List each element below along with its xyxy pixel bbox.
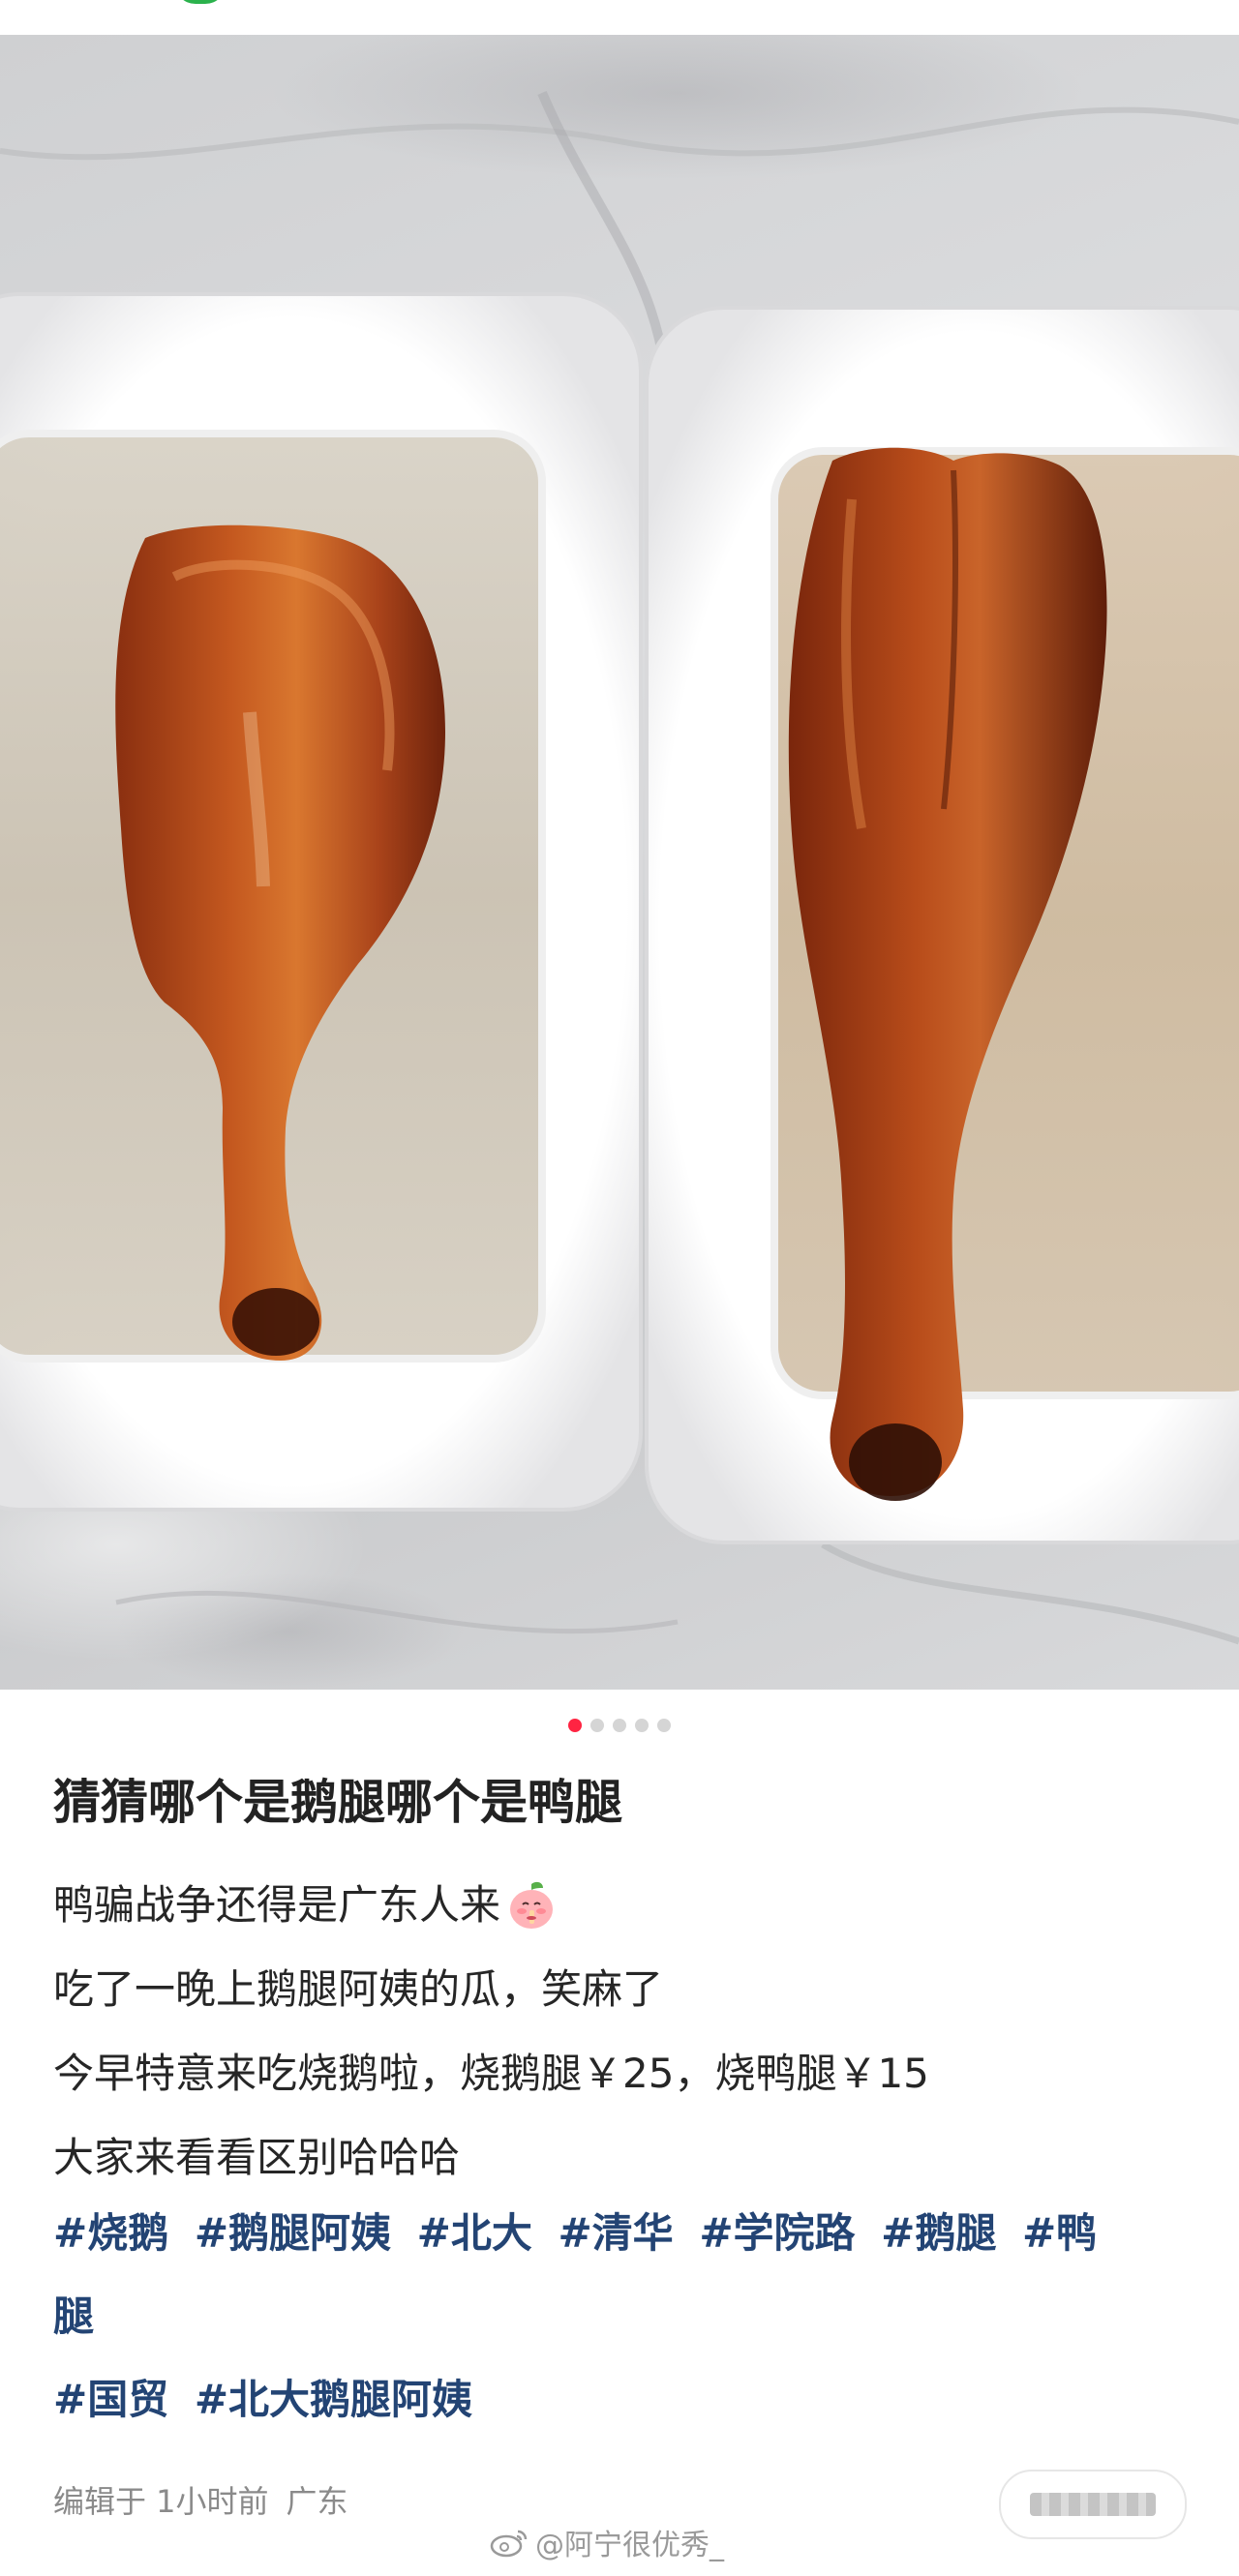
hashtag-link[interactable]: #鹅腿	[881, 2209, 996, 2257]
hashtag-link[interactable]: #国贸	[53, 2376, 168, 2423]
carousel-dot[interactable]	[590, 1719, 604, 1732]
post-screen: 猜猜哪个是鹅腿哪个是鸭腿 鸭骗战争还得是广东人来 吃了一晚上鹅腿阿姨的瓜，笑麻了…	[0, 0, 1239, 2576]
post-location: 广东	[286, 2483, 348, 2520]
redacted-count	[1030, 2493, 1156, 2516]
hashtag-link[interactable]: #北大	[417, 2209, 532, 2257]
body-line: 大家来看看区别哈哈哈	[53, 2134, 461, 2181]
hashtag-row: #国贸 #北大鹅腿阿姨	[53, 2358, 1195, 2441]
hashtag-row: #烧鹅 #鹅腿阿姨 #北大 #清华 #学院路 #鹅腿 #鸭	[53, 2192, 1195, 2275]
hashtag-link[interactable]: #鸭	[1022, 2209, 1097, 2257]
weibo-icon	[490, 2530, 528, 2558]
hashtag-link[interactable]: #学院路	[699, 2209, 855, 2257]
green-avatar-edge	[174, 0, 227, 4]
body-line: 鸭骗战争还得是广东人来	[53, 1863, 1195, 1947]
post-photo[interactable]	[0, 35, 1239, 1690]
hashtag-link[interactable]: #鹅腿阿姨	[195, 2209, 391, 2257]
carousel-dot[interactable]	[657, 1719, 671, 1732]
hashtag-link[interactable]: #烧鹅	[53, 2209, 168, 2257]
body-line: 今早特意来吃烧鹅啦，烧鹅腿￥25，烧鸭腿￥15	[53, 2050, 929, 2097]
hashtag-list: #烧鹅 #鹅腿阿姨 #北大 #清华 #学院路 #鹅腿 #鸭 腿 #国贸 #北大鹅…	[53, 2192, 1195, 2441]
post-title: 猜猜哪个是鹅腿哪个是鸭腿	[53, 1775, 623, 1830]
carousel-indicator	[0, 1719, 1239, 1738]
peach-shush-icon	[510, 1881, 554, 1929]
watermark-text: @阿宁很优秀_	[535, 2529, 724, 2562]
reaction-button[interactable]	[999, 2470, 1187, 2539]
hashtag-row: 腿	[53, 2275, 1195, 2358]
body-line-text: 鸭骗战争还得是广东人来	[53, 1881, 501, 1929]
photo-drawing	[0, 91, 1239, 1645]
top-strip	[0, 0, 1239, 35]
hashtag-link[interactable]: #北大鹅腿阿姨	[195, 2376, 472, 2423]
hashtag-link[interactable]: #清华	[558, 2209, 673, 2257]
post-meta: 编辑于 1小时前 广东	[53, 2477, 366, 2522]
edited-time: 编辑于 1小时前	[53, 2483, 269, 2520]
post-body: 鸭骗战争还得是广东人来 吃了一晚上鹅腿阿姨的瓜，笑麻了 今早特意来吃烧鹅啦，烧鹅…	[53, 1863, 1195, 2200]
body-line: 吃了一晚上鹅腿阿姨的瓜，笑麻了	[53, 1965, 664, 2013]
carousel-dot[interactable]	[635, 1719, 649, 1732]
watermark: @阿宁很优秀_	[489, 2521, 724, 2563]
hashtag-link-continued[interactable]: 腿	[53, 2292, 94, 2340]
carousel-dot[interactable]	[613, 1719, 626, 1732]
carousel-dot[interactable]	[568, 1719, 582, 1732]
